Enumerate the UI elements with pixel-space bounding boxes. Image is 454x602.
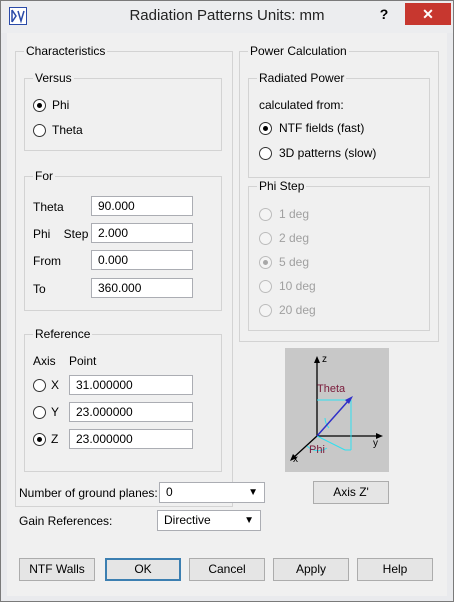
gain-references-select[interactable]: Directive ▼: [157, 510, 261, 531]
3d-patterns-radio[interactable]: [259, 147, 272, 160]
versus-phi-label: Phi: [52, 98, 70, 112]
for-title: For: [33, 169, 55, 183]
ground-planes-select[interactable]: 0 ▼: [159, 482, 265, 503]
phi-step-5-radio[interactable]: [259, 256, 272, 269]
for-to-input[interactable]: 360.000: [91, 278, 193, 298]
for-from-label: From: [33, 254, 61, 268]
phi-step-title: Phi Step: [257, 179, 307, 193]
phi-step-1-label: 1 deg: [279, 207, 310, 221]
phi-step-20-label: 20 deg: [279, 303, 316, 317]
diagram-y-label: y: [373, 438, 378, 449]
coordinate-axes-svg: [290, 356, 383, 461]
help-button[interactable]: Help: [357, 558, 433, 581]
characteristics-group: Characteristics Versus Phi Theta For The…: [15, 44, 233, 507]
for-phi-step-input[interactable]: 2.000: [91, 223, 193, 243]
radiated-power-title: Radiated Power: [257, 71, 347, 85]
reference-y-label: Y: [51, 405, 60, 419]
for-from-input[interactable]: 0.000: [91, 250, 193, 270]
ground-planes-label: Number of ground planes:: [19, 486, 158, 500]
reference-x-input[interactable]: 31.000000: [69, 375, 193, 395]
reference-y-input[interactable]: 23.000000: [69, 402, 193, 422]
power-calculation-group: Power Calculation Radiated Power calcula…: [239, 44, 439, 342]
phi-step-1-radio[interactable]: [259, 208, 272, 221]
ground-planes-value: 0: [166, 485, 173, 499]
cancel-button[interactable]: Cancel: [189, 558, 265, 581]
reference-z-label: Z: [51, 432, 59, 446]
3d-patterns-label: 3D patterns (slow): [279, 146, 377, 160]
ntf-fields-radio[interactable]: [259, 122, 272, 135]
phi-step-10-label: 10 deg: [279, 279, 316, 293]
reference-axis-header: Axis: [33, 354, 56, 368]
diagram-phi-label: Phi: [309, 444, 325, 456]
gain-references-value: Directive: [164, 513, 211, 527]
diagram-x-label: x: [293, 454, 298, 465]
for-theta-label: Theta: [33, 200, 64, 214]
phi-step-20-radio[interactable]: [259, 304, 272, 317]
for-theta-input[interactable]: 90.000: [91, 196, 193, 216]
versus-theta-radio[interactable]: [33, 124, 46, 137]
versus-title: Versus: [33, 71, 74, 85]
power-calculation-title: Power Calculation: [248, 44, 349, 58]
chevron-down-icon: ▼: [244, 515, 254, 526]
diagram-z-label: z: [322, 354, 327, 365]
reference-point-header: Point: [69, 354, 97, 368]
phi-step-group: Phi Step 1 deg 2 deg 5 deg 10 deg 20 deg: [248, 179, 430, 331]
for-group: For Theta 90.000 Phi Step 2.000 From 0.0…: [24, 169, 222, 311]
versus-theta-label: Theta: [52, 123, 83, 137]
versus-group: Versus Phi Theta: [24, 71, 222, 151]
ok-button[interactable]: OK: [105, 558, 181, 581]
reference-z-input[interactable]: 23.000000: [69, 429, 193, 449]
chevron-down-icon: ▼: [248, 487, 258, 498]
reference-group: Reference Axis Point X 31.000000 Y 23.00…: [24, 327, 222, 472]
gain-references-label: Gain References:: [19, 514, 113, 528]
reference-title: Reference: [33, 327, 93, 341]
reference-y-radio[interactable]: [33, 406, 46, 419]
radiation-patterns-dialog: Radiation Patterns Units: mm ? ✕ Charact…: [0, 0, 454, 602]
versus-phi-radio[interactable]: [33, 99, 46, 112]
close-button[interactable]: ✕: [405, 3, 451, 25]
radiated-power-group: Radiated Power calculated from: NTF fiel…: [248, 71, 430, 178]
title-help-button[interactable]: ?: [371, 3, 397, 25]
apply-button[interactable]: Apply: [273, 558, 349, 581]
reference-x-label: X: [51, 378, 60, 392]
characteristics-title: Characteristics: [24, 44, 108, 58]
title-bar: Radiation Patterns Units: mm ? ✕: [1, 1, 453, 33]
dialog-client-area: Characteristics Versus Phi Theta For The…: [7, 33, 447, 596]
calculated-from-label: calculated from:: [259, 98, 344, 112]
phi-step-10-radio[interactable]: [259, 280, 272, 293]
coordinate-system-diagram: z Theta Phi x y: [285, 348, 389, 472]
phi-step-2-label: 2 deg: [279, 231, 310, 245]
reference-z-radio[interactable]: [33, 433, 46, 446]
diagram-theta-label: Theta: [317, 383, 346, 395]
ntf-walls-button[interactable]: NTF Walls: [19, 558, 95, 581]
reference-x-radio[interactable]: [33, 379, 46, 392]
for-phi-step-label: Phi Step: [33, 227, 89, 241]
phi-step-5-label: 5 deg: [279, 255, 310, 269]
ntf-fields-label: NTF fields (fast): [279, 121, 365, 135]
phi-step-2-radio[interactable]: [259, 232, 272, 245]
axis-z-prime-button[interactable]: Axis Z': [313, 481, 389, 504]
for-to-label: To: [33, 282, 46, 296]
